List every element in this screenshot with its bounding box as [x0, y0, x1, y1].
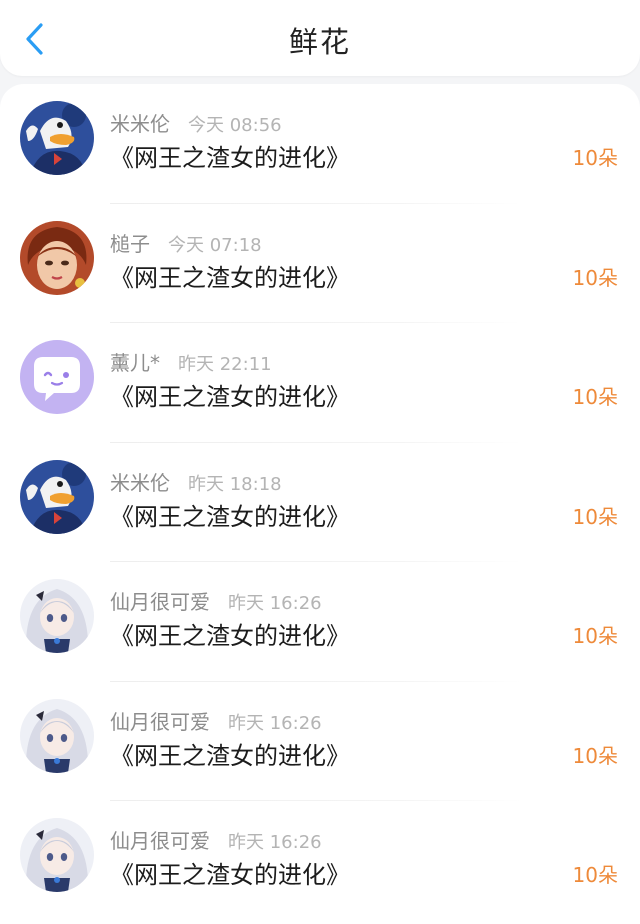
anime-girl-avatar-icon [20, 818, 94, 892]
flower-amount: 10朵 [572, 863, 618, 887]
username: 仙月很可爱 昨天 16:26 [110, 590, 322, 614]
book-title[interactable]: 《网王之渣女的进化》 [110, 736, 350, 771]
username: 仙月很可爱 昨天 16:26 [110, 709, 322, 734]
timestamp: 今天 08:56 [188, 115, 282, 136]
book-title[interactable]: 《网王之渣女的进化》 [110, 377, 350, 412]
avatar[interactable] [20, 579, 94, 653]
chat-bubble-avatar-icon [20, 340, 94, 414]
avatar[interactable] [20, 459, 94, 534]
flower-record-list: 米米伦 今天 08:56 《网王之渣女的进化》 10朵 槌子 今天 07:18 《网… [0, 84, 640, 924]
timestamp: 昨天 18:18 [188, 473, 282, 495]
timestamp: 昨天 22:11 [178, 354, 272, 375]
username: 仙月很可爱 昨天 16:26 [110, 829, 322, 853]
avatar[interactable] [20, 220, 94, 295]
anime-girl-avatar-icon [20, 698, 94, 773]
list-item[interactable]: 米米伦 昨天 18:18 《网王之渣女的进化》 10朵 [0, 443, 640, 562]
timestamp: 昨天 16:26 [228, 832, 322, 853]
anime-girl-avatar-icon [20, 579, 94, 653]
flower-amount: 10朵 [572, 265, 618, 290]
flower-amount: 10朵 [572, 385, 618, 409]
flower-amount: 10朵 [572, 504, 618, 529]
book-title[interactable]: 《网王之渣女的进化》 [110, 138, 350, 173]
book-title[interactable]: 《网王之渣女的进化》 [110, 497, 350, 532]
timestamp: 昨天 16:26 [228, 712, 322, 734]
username: 米米伦 今天 08:56 [110, 112, 282, 136]
list-item[interactable]: 仙月很可爱 昨天 16:26 《网王之渣女的进化》 10朵 [0, 801, 640, 921]
donald-duck-avatar-icon [20, 101, 94, 175]
flower-amount: 10朵 [572, 624, 618, 648]
timestamp: 今天 07:18 [168, 234, 262, 256]
page-title: 鲜花 [288, 25, 351, 59]
donald-duck-avatar-icon [20, 459, 94, 534]
book-title[interactable]: 《网王之渣女的进化》 [110, 855, 350, 890]
list-item[interactable]: 仙月很可爱 昨天 16:26 《网王之渣女的进化》 10朵 [0, 682, 640, 801]
list-item[interactable]: 槌子 今天 07:18 《网王之渣女的进化》 10朵 [0, 204, 640, 323]
username: 槌子 今天 07:18 [110, 231, 262, 256]
list-item[interactable]: 薰儿* 昨天 22:11 《网王之渣女的进化》 10朵 [0, 323, 640, 443]
list-item[interactable]: 仙月很可爱 昨天 16:26 《网王之渣女的进化》 10朵 [0, 562, 640, 682]
book-title[interactable]: 《网王之渣女的进化》 [110, 258, 350, 293]
avatar[interactable] [20, 698, 94, 773]
flower-amount: 10朵 [572, 146, 618, 170]
painted-girl-avatar-icon [20, 220, 94, 295]
avatar[interactable] [20, 340, 94, 414]
flower-amount: 10朵 [572, 743, 618, 768]
book-title[interactable]: 《网王之渣女的进化》 [110, 616, 350, 651]
list-item[interactable]: 米米伦 今天 08:56 《网王之渣女的进化》 10朵 [0, 84, 640, 204]
avatar[interactable] [20, 818, 94, 892]
timestamp: 昨天 16:26 [228, 593, 322, 614]
avatar[interactable] [20, 101, 94, 175]
username: 米米伦 昨天 18:18 [110, 470, 282, 495]
username: 薰儿* 昨天 22:11 [110, 351, 272, 375]
header-bar: 鲜花 [0, 0, 640, 76]
